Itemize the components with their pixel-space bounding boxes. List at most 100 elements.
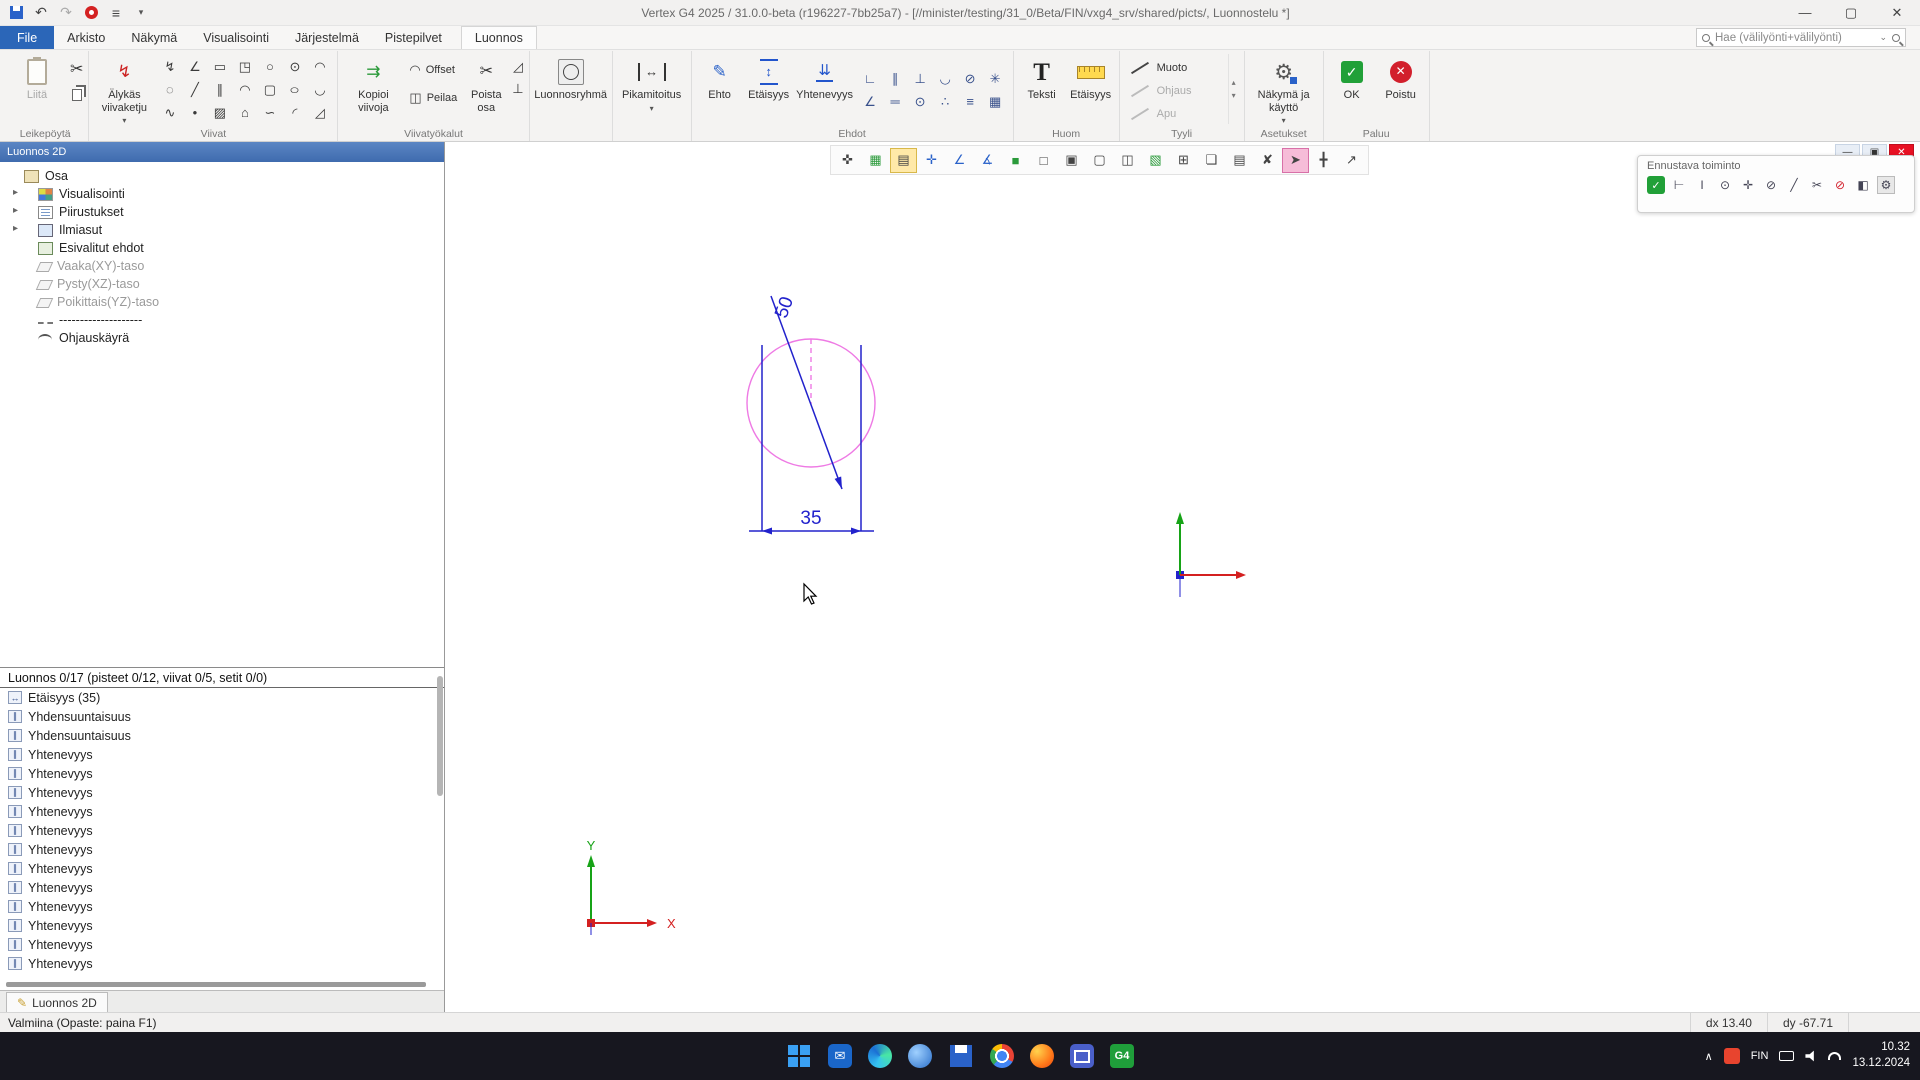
tree-item[interactable]: Vaaka(XY)-taso [0, 257, 444, 275]
fillet-icon[interactable]: ◜ [282, 101, 307, 124]
drawing-canvas[interactable]: ✜▦▤✛∠∡■□▣▢◫▧⊞❏▤✘➤╋↗ — ▣ ✕ Ennustava toim… [445, 142, 1920, 1012]
edge-browser-icon[interactable] [868, 1044, 892, 1068]
constraint-row[interactable]: ∥ Yhtenevyys [0, 783, 444, 802]
speaker-icon[interactable] [1805, 1050, 1817, 1062]
search-input[interactable]: Hae (välilyönti+välilyönti) ⌄ [1696, 28, 1906, 47]
tree-item[interactable]: Ilmiasut [0, 221, 444, 239]
tab-file[interactable]: File [0, 26, 54, 49]
constraint-row[interactable]: ↔ Etäisyys (35) [0, 688, 444, 707]
angle-dimension-text[interactable]: 50 [771, 294, 798, 321]
tangent-icon[interactable]: ◡ [933, 67, 958, 90]
rectangle-icon[interactable]: ▭ [207, 55, 232, 78]
chamfer-icon[interactable]: ◿ [307, 101, 332, 124]
circle-icon[interactable]: ○ [257, 55, 282, 78]
coincident-button[interactable]: ⇊ Yhtenevyys [795, 54, 855, 126]
undo-icon[interactable]: ↶ [33, 5, 49, 21]
text-button[interactable]: T Teksti [1019, 54, 1065, 126]
rect-corner-icon[interactable]: ◳ [232, 55, 257, 78]
tray-expand-icon[interactable]: ∧ [1705, 1050, 1713, 1063]
copy-lines-button[interactable]: ⇉ Kopioi viivoja [343, 54, 403, 126]
snap-star-icon[interactable]: ✳ [983, 67, 1008, 90]
minimize-button[interactable]: — [1782, 0, 1828, 25]
smart-chain-button[interactable]: ↯ Älykäs viivaketju ▾ [94, 54, 154, 126]
line-icon[interactable]: ╱ [182, 78, 207, 101]
view-settings-button[interactable]: ⚙ Näkymä ja käyttö ▾ [1250, 54, 1318, 126]
equal-icon[interactable]: ═ [883, 90, 908, 113]
save-app-icon[interactable] [948, 1043, 974, 1069]
smart-chain-icon[interactable]: ↯ [157, 55, 182, 78]
save-icon[interactable] [8, 5, 24, 21]
tree-item[interactable]: Poikittais(YZ)-taso [0, 293, 444, 311]
panel-header[interactable]: Luonnos 2D [0, 142, 444, 162]
dimension-note-button[interactable]: Etäisyys [1068, 54, 1114, 126]
maximize-button[interactable]: ▢ [1828, 0, 1874, 25]
guide-style-button[interactable]: Ohjaus [1125, 79, 1225, 102]
constraint-row[interactable]: ∥ Yhtenevyys [0, 878, 444, 897]
angle-icon[interactable]: ∠ [858, 90, 883, 113]
constraint-row[interactable]: ∥ Yhtenevyys [0, 745, 444, 764]
constraint-row[interactable]: ∥ Yhtenevyys [0, 916, 444, 935]
close-button[interactable]: ✕ [1874, 0, 1920, 25]
constraint-row[interactable]: ∥ Yhtenevyys [0, 802, 444, 821]
remote-app-icon[interactable] [1070, 1044, 1094, 1068]
grid-lock-icon[interactable]: ▦ [983, 90, 1008, 113]
tab-jarjestelma[interactable]: Järjestelmä [282, 26, 372, 49]
offset-button[interactable]: ◠ Offset [406, 59, 458, 81]
language-indicator[interactable]: FIN [1751, 1050, 1769, 1062]
closed-curve-icon[interactable]: ◌ [157, 78, 182, 101]
constraint-row[interactable]: ∥ Yhtenevyys [0, 897, 444, 916]
parallel-lines-icon[interactable]: ∥ [207, 78, 232, 101]
tree-item[interactable]: -------------------- [0, 311, 444, 329]
trim-icon[interactable]: ◿ [513, 59, 523, 75]
scroll-down-icon[interactable]: ▾ [1232, 91, 1236, 100]
mirror-button[interactable]: ◫ Peilaa [406, 87, 460, 109]
point-icon[interactable]: • [182, 101, 207, 124]
constraint-row[interactable]: ∥ Yhtenevyys [0, 859, 444, 878]
tree-item[interactable]: Osa [0, 167, 444, 185]
search-go-icon[interactable] [1892, 34, 1900, 42]
remove-part-button[interactable]: ✂ Poista osa [463, 54, 509, 126]
chevron-down-icon[interactable]: ⌄ [1879, 32, 1887, 43]
ellipse-icon[interactable]: ○ [278, 78, 312, 101]
circle-center-icon[interactable]: ⊙ [282, 55, 307, 78]
chrome-browser-icon[interactable] [990, 1044, 1014, 1068]
tangent-line-icon[interactable]: ◠ [232, 78, 257, 101]
tree-item[interactable]: Visualisointi [0, 185, 444, 203]
network-icon[interactable] [1828, 1052, 1841, 1060]
constraint-button[interactable]: ✎ Ehto [697, 54, 743, 126]
exit-button[interactable]: ✕ Poistu [1378, 54, 1424, 126]
fix-icon[interactable]: ⊘ [958, 67, 983, 90]
copy-icon[interactable] [72, 89, 82, 101]
aux-style-button[interactable]: Apu [1125, 102, 1225, 125]
parallel-icon[interactable]: ∥ [883, 67, 908, 90]
hatch-icon[interactable]: ▨ [207, 101, 232, 124]
pattern-icon[interactable]: ∴ [933, 90, 958, 113]
firefox-browser-icon[interactable] [1030, 1044, 1054, 1068]
ok-button[interactable]: ✓ OK [1329, 54, 1375, 126]
vertical-scrollbar[interactable] [437, 676, 443, 796]
mail-app-icon[interactable]: ✉ [828, 1044, 852, 1068]
tab-visualisointi[interactable]: Visualisointi [190, 26, 282, 49]
tree-item[interactable]: Piirustukset [0, 203, 444, 221]
qat-dropdown-icon[interactable]: ▾ [133, 5, 149, 21]
coincident-icon[interactable]: ≡ [958, 90, 983, 113]
menu-list-icon[interactable]: ≡ [108, 5, 124, 21]
tree-item[interactable]: Ohjauskäyrä [0, 329, 444, 347]
vertex-g4-app-icon[interactable]: G4 [1110, 1044, 1134, 1068]
spline-icon[interactable]: ∿ [157, 101, 182, 124]
globe-app-icon[interactable] [908, 1044, 932, 1068]
arc-icon[interactable]: ◠ [307, 55, 332, 78]
constraint-row[interactable]: ∥ Yhdensuuntaisuus [0, 707, 444, 726]
constraint-row[interactable]: ∥ Yhdensuuntaisuus [0, 726, 444, 745]
paste-button[interactable]: Liitä [7, 54, 67, 126]
polygon-icon[interactable]: ⌂ [232, 101, 257, 124]
freehand-icon[interactable]: ∽ [257, 101, 282, 124]
cut-icon[interactable]: ✂ [70, 59, 83, 79]
tab-luonnos[interactable]: Luonnos [461, 26, 537, 49]
constraint-row[interactable]: ∥ Yhtenevyys [0, 935, 444, 954]
concentric-icon[interactable]: ⊙ [908, 90, 933, 113]
start-button[interactable] [786, 1043, 812, 1069]
distance-constraint-button[interactable]: ↕ Etäisyys [746, 54, 792, 126]
record-icon[interactable] [83, 5, 99, 21]
right-angle-icon[interactable]: ∟ [858, 67, 883, 90]
